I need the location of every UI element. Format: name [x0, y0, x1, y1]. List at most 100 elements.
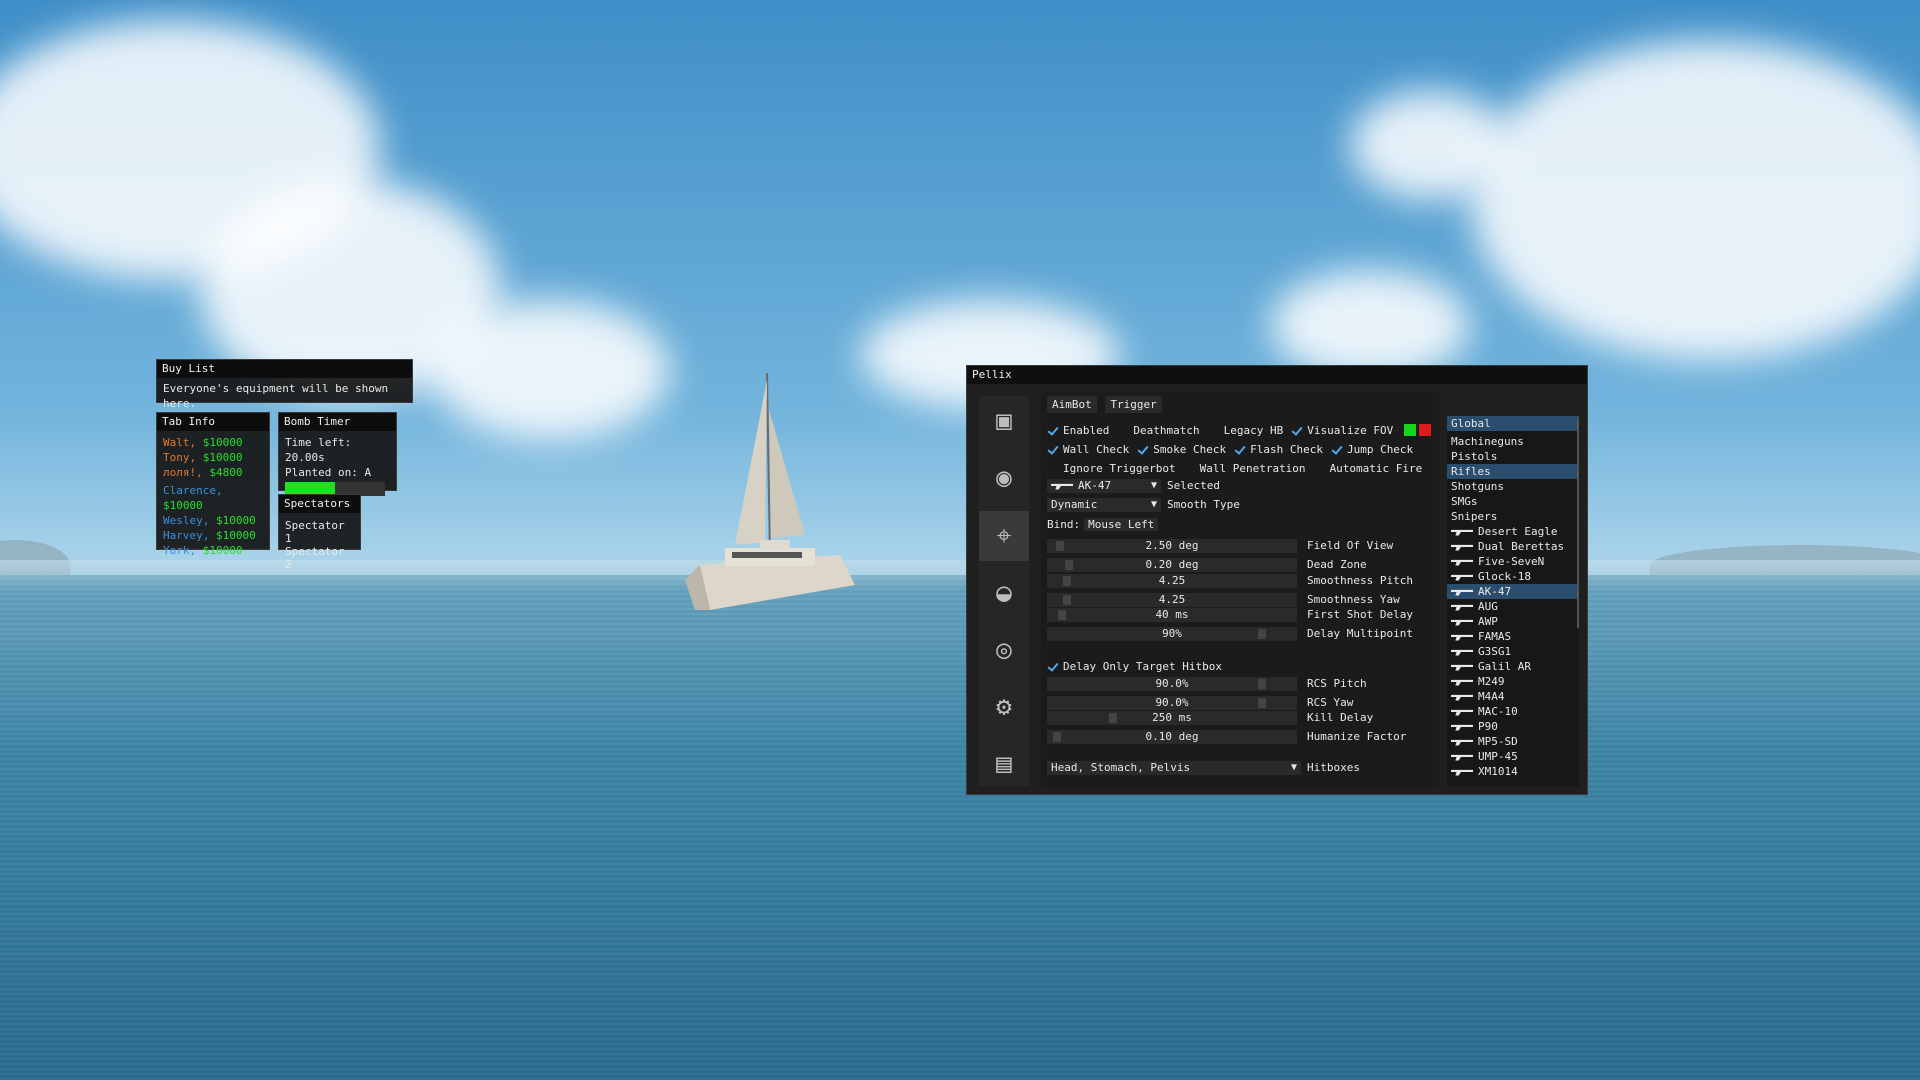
checkbox-box[interactable]	[1183, 462, 1195, 474]
player-name: Walt,	[163, 436, 197, 449]
checkbox-wall-penetration[interactable]: Wall Penetration	[1183, 462, 1306, 475]
slider-first-shot-delay[interactable]: 40 ms	[1047, 608, 1297, 622]
checkbox-legacy-hb[interactable]: Legacy HB	[1207, 424, 1283, 437]
bomb-time-left: Time left: 20.00s	[285, 436, 352, 464]
checkbox-deathmatch[interactable]: Deathmatch	[1117, 424, 1200, 437]
slider-label: Smoothness Pitch	[1307, 574, 1413, 587]
slider-label: RCS Pitch	[1307, 677, 1367, 690]
gear-icon[interactable]: ⚙	[979, 682, 1029, 732]
category-item[interactable]: Shotguns	[1447, 479, 1579, 494]
radar-icon[interactable]: ◎	[979, 625, 1029, 675]
player-money: $10000	[202, 544, 243, 557]
weapon-item[interactable]: XM1014	[1447, 764, 1579, 779]
weapon-icon	[1451, 709, 1473, 716]
weapon-item[interactable]: Glock-18	[1447, 569, 1579, 584]
weapon-icon	[1451, 754, 1473, 761]
category-item[interactable]: Snipers	[1447, 509, 1579, 524]
fov-color-swatch[interactable]	[1419, 424, 1432, 436]
slider-dead-zone[interactable]: 0.20 deg	[1047, 558, 1297, 572]
weapon-item[interactable]: M249	[1447, 674, 1579, 689]
chevron-down-icon: ▼	[1290, 762, 1297, 773]
checkbox-box[interactable]	[1047, 661, 1058, 672]
checkbox-box[interactable]	[1047, 462, 1058, 474]
weapon-item[interactable]: MP5-SD	[1447, 734, 1579, 749]
checkbox-automatic-fire[interactable]: Automatic Fire	[1313, 462, 1422, 475]
weapon-item[interactable]: AUG	[1447, 599, 1579, 614]
slider-rcs-pitch[interactable]: 90.0%	[1047, 677, 1297, 691]
player-money: $10000	[163, 499, 203, 512]
weapon-select-label: Selected	[1167, 479, 1220, 492]
weapon-item[interactable]: Galil AR	[1447, 659, 1579, 674]
tab-aimbot[interactable]: AimBot	[1047, 396, 1097, 413]
helmet-icon[interactable]: ◒	[979, 568, 1029, 618]
delay-hitbox-checkbox[interactable]: Delay Only Target Hitbox	[1047, 660, 1222, 673]
category-item[interactable]: Pistols	[1447, 449, 1579, 464]
weapon-item[interactable]: M4A4	[1447, 689, 1579, 704]
weapon-item[interactable]: Desert Eagle	[1447, 524, 1579, 539]
checkbox-enabled[interactable]: Enabled	[1047, 424, 1109, 437]
player-money: $10000	[202, 451, 243, 464]
weapon-item[interactable]: P90	[1447, 719, 1579, 734]
weapon-item[interactable]: MAC-10	[1447, 704, 1579, 719]
weapon-select-value: AK-47	[1078, 479, 1112, 492]
slider-smoothness-pitch[interactable]: 4.25	[1047, 574, 1297, 588]
checkbox-box[interactable]	[1313, 462, 1325, 474]
slider-smoothness-yaw[interactable]: 4.25	[1047, 593, 1297, 607]
slider-label: First Shot Delay	[1307, 608, 1413, 621]
player-entry: York, $10000	[163, 543, 263, 558]
checkbox-ignore-triggerbot[interactable]: Ignore Triggerbot	[1047, 462, 1176, 475]
checkbox-flash-check[interactable]: Flash Check	[1234, 443, 1323, 456]
checkbox-wall-check[interactable]: Wall Check	[1047, 443, 1129, 456]
player-name: Tony,	[163, 451, 197, 464]
weapon-list-scrollbar[interactable]	[1577, 418, 1579, 628]
checkbox-box[interactable]	[1047, 444, 1058, 455]
slider-rcs-yaw[interactable]: 90.0%	[1047, 696, 1297, 710]
checkbox-label: Flash Check	[1250, 442, 1323, 456]
spectator-name: Spectator 1	[285, 519, 345, 545]
fov-color-swatch[interactable]	[1404, 424, 1417, 436]
save-icon[interactable]: ▤	[979, 739, 1029, 789]
weapon-item[interactable]: FAMAS	[1447, 629, 1579, 644]
checkbox-box[interactable]	[1207, 424, 1219, 436]
weapon-icon	[1451, 619, 1473, 626]
checkbox-box[interactable]	[1291, 425, 1302, 436]
tab-info-panel: Tab Info Walt, $10000 Tony, $10000 лоля!, …	[156, 412, 270, 557]
smooth-type-select[interactable]: Dynamic ▼	[1047, 498, 1161, 512]
slider-kill-delay[interactable]: 250 ms	[1047, 711, 1297, 725]
weapon-item[interactable]: AWP	[1447, 614, 1579, 629]
weapon-icon	[1451, 769, 1473, 776]
target-icon[interactable]: ⌖	[979, 511, 1029, 561]
category-item[interactable]: Rifles	[1447, 464, 1579, 479]
crosshair-box-icon[interactable]: ▣	[979, 396, 1029, 446]
checkbox-box[interactable]	[1047, 425, 1058, 436]
window-title[interactable]: Pellix	[967, 366, 1587, 384]
weapon-select[interactable]: AK-47 ▼	[1047, 479, 1161, 493]
checkbox-row: Delay Only Target Hitbox	[1047, 658, 1230, 674]
bind-key-button[interactable]: Mouse Left	[1084, 517, 1159, 531]
weapon-list[interactable]: Global Machineguns Pistols Rifles Shotguns SM…	[1447, 416, 1579, 786]
weapon-item[interactable]: Dual Berettas	[1447, 539, 1579, 554]
panel-title: Spectators	[279, 495, 360, 513]
category-item[interactable]: Global	[1447, 416, 1579, 431]
checkbox-jump-check[interactable]: Jump Check	[1331, 443, 1413, 456]
weapon-item[interactable]: AK-47	[1447, 584, 1579, 599]
checkbox-smoke-check[interactable]: Smoke Check	[1137, 443, 1226, 456]
tab-trigger[interactable]: Trigger	[1105, 396, 1162, 413]
checkbox-box[interactable]	[1137, 444, 1148, 455]
category-item[interactable]: SMGs	[1447, 494, 1579, 509]
checkbox-box[interactable]	[1331, 444, 1342, 455]
hitboxes-select[interactable]: Head, Stomach, Pelvis ▼	[1047, 761, 1301, 775]
slider-humanize-factor[interactable]: 0.10 deg	[1047, 730, 1297, 744]
pellix-menu-window[interactable]: Pellix ▣ ◉ ⌖ ◒ ◎ ⚙ ▤ AimBot Trigger Enab…	[966, 365, 1588, 795]
weapon-item[interactable]: UMP-45	[1447, 749, 1579, 764]
cloud	[430, 300, 670, 440]
checkbox-visualize-fov[interactable]: Visualize FOV	[1291, 424, 1393, 437]
category-item[interactable]: Machineguns	[1447, 434, 1579, 449]
slider-field-of-view[interactable]: 2.50 deg	[1047, 539, 1297, 553]
checkbox-box[interactable]	[1117, 424, 1129, 436]
weapon-item[interactable]: G3SG1	[1447, 644, 1579, 659]
slider-delay-multipoint[interactable]: 90%	[1047, 627, 1297, 641]
checkbox-box[interactable]	[1234, 444, 1245, 455]
eye-icon[interactable]: ◉	[979, 453, 1029, 503]
weapon-item[interactable]: Five-SeveN	[1447, 554, 1579, 569]
